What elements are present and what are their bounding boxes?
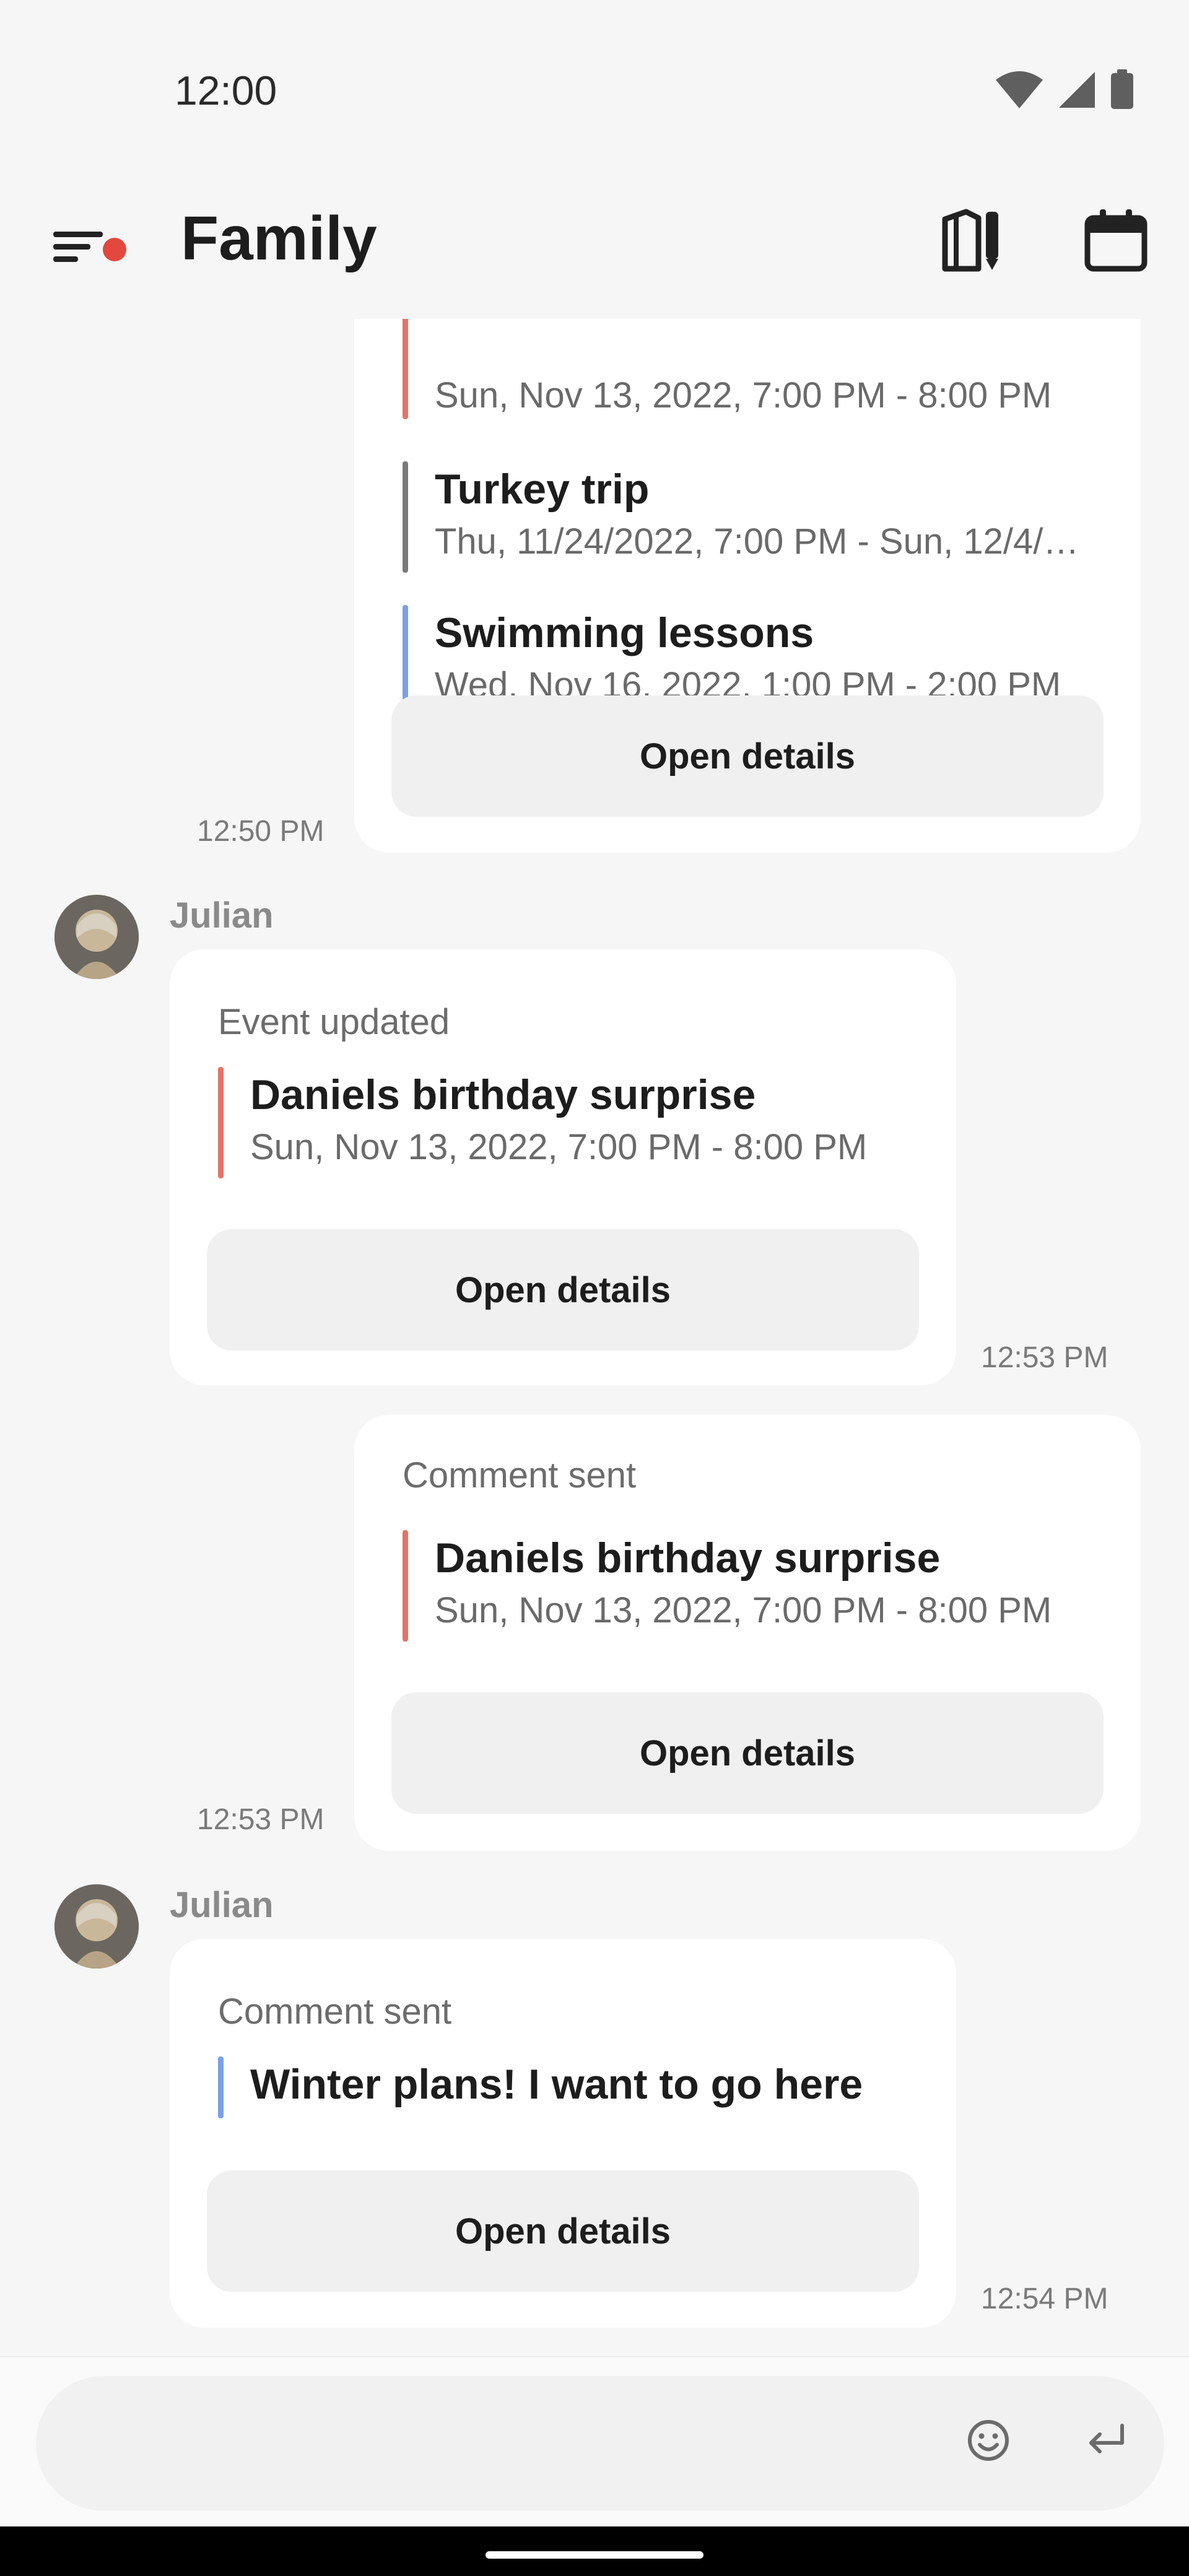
emoji-icon xyxy=(968,2420,1009,2461)
message-timestamp: 12:50 PM xyxy=(197,815,324,848)
notification-dot xyxy=(103,238,126,261)
open-details-button[interactable]: Open details xyxy=(391,695,1104,817)
event-subtitle: Sun, Nov 13, 2022, 7:00 PM - 8:00 PM xyxy=(435,1590,1052,1630)
event-color-bar xyxy=(403,461,408,573)
open-details-button[interactable]: Open details xyxy=(391,1692,1104,1814)
home-gesture-handle[interactable] xyxy=(486,2551,703,2559)
notes-button[interactable] xyxy=(935,203,1009,277)
message-caption: Comment sent xyxy=(403,1455,637,1495)
message-card: Sun, Nov 13, 2022, 7:00 PM - 8:00 PM Tur… xyxy=(354,319,1141,853)
event-title: Swimming lessons xyxy=(435,609,814,656)
event-item[interactable]: Winter plans! I want to go here xyxy=(218,2056,919,2118)
open-details-button[interactable]: Open details xyxy=(207,2170,919,2292)
sender-name: Julian xyxy=(170,1885,274,1925)
avatar[interactable] xyxy=(54,895,139,979)
status-bar: 12:00 xyxy=(0,0,1189,167)
notes-icon xyxy=(942,209,998,272)
message-input[interactable] xyxy=(85,2406,940,2480)
event-item[interactable]: Daniels birthday surprise Sun, Nov 13, 2… xyxy=(218,1067,919,1178)
event-subtitle: Thu, 11/24/2022, 7:00 PM - Sun, 12/4/… xyxy=(435,521,1079,562)
message-timestamp: 12:53 PM xyxy=(981,1341,1108,1374)
event-color-bar xyxy=(218,2056,224,2118)
menu-icon xyxy=(53,232,103,262)
event-item[interactable]: Daniels birthday surprise Sun, Nov 13, 2… xyxy=(403,1530,1104,1642)
event-color-bar xyxy=(403,319,408,419)
event-color-bar xyxy=(218,1067,224,1178)
send-button[interactable] xyxy=(1069,2403,1143,2478)
composer-bar xyxy=(0,2356,1189,2526)
system-nav-bar xyxy=(0,2526,1189,2576)
composer xyxy=(36,2376,1164,2511)
status-icons xyxy=(995,69,1135,110)
message-card: Comment sent Winter plans! I want to go … xyxy=(170,1939,956,2328)
page-title: Family xyxy=(181,204,377,273)
event-title: Winter plans! I want to go here xyxy=(250,2061,863,2108)
event-title: Daniels birthday surprise xyxy=(250,1071,756,1118)
event-subtitle: Sun, Nov 13, 2022, 7:00 PM - 8:00 PM xyxy=(435,375,1052,416)
message-timestamp: 12:54 PM xyxy=(981,2282,1108,2315)
message-caption: Event updated xyxy=(218,1002,450,1042)
message-feed[interactable]: Sun, Nov 13, 2022, 7:00 PM - 8:00 PM Tur… xyxy=(0,319,1189,2356)
message-card: Event updated Daniels birthday surprise … xyxy=(170,949,956,1385)
emoji-button[interactable] xyxy=(951,2403,1026,2478)
event-subtitle: Sun, Nov 13, 2022, 7:00 PM - 8:00 PM xyxy=(250,1127,868,1167)
avatar[interactable] xyxy=(54,1884,139,1969)
sender-name: Julian xyxy=(170,895,274,936)
app-bar: Family xyxy=(0,167,1189,319)
calendar-icon xyxy=(1084,209,1148,272)
message-timestamp: 12:53 PM xyxy=(197,1803,324,1836)
open-details-button[interactable]: Open details xyxy=(207,1229,919,1351)
event-title: Turkey trip xyxy=(435,466,650,513)
message-caption: Comment sent xyxy=(218,1991,452,2032)
status-time: 12:00 xyxy=(175,67,277,113)
event-item[interactable]: Sun, Nov 13, 2022, 7:00 PM - 8:00 PM xyxy=(403,319,1104,419)
event-item[interactable]: Turkey trip Thu, 11/24/2022, 7:00 PM - S… xyxy=(403,461,1104,573)
enter-icon xyxy=(1089,2424,1124,2453)
event-color-bar xyxy=(403,1530,408,1642)
signal-icon xyxy=(1059,72,1095,108)
calendar-button[interactable] xyxy=(1079,203,1153,277)
menu-button[interactable] xyxy=(50,213,126,281)
message-card: Comment sent Daniels birthday surprise S… xyxy=(354,1415,1141,1851)
wifi-icon xyxy=(996,71,1043,108)
event-title: Daniels birthday surprise xyxy=(435,1534,941,1582)
battery-icon xyxy=(1111,69,1133,109)
